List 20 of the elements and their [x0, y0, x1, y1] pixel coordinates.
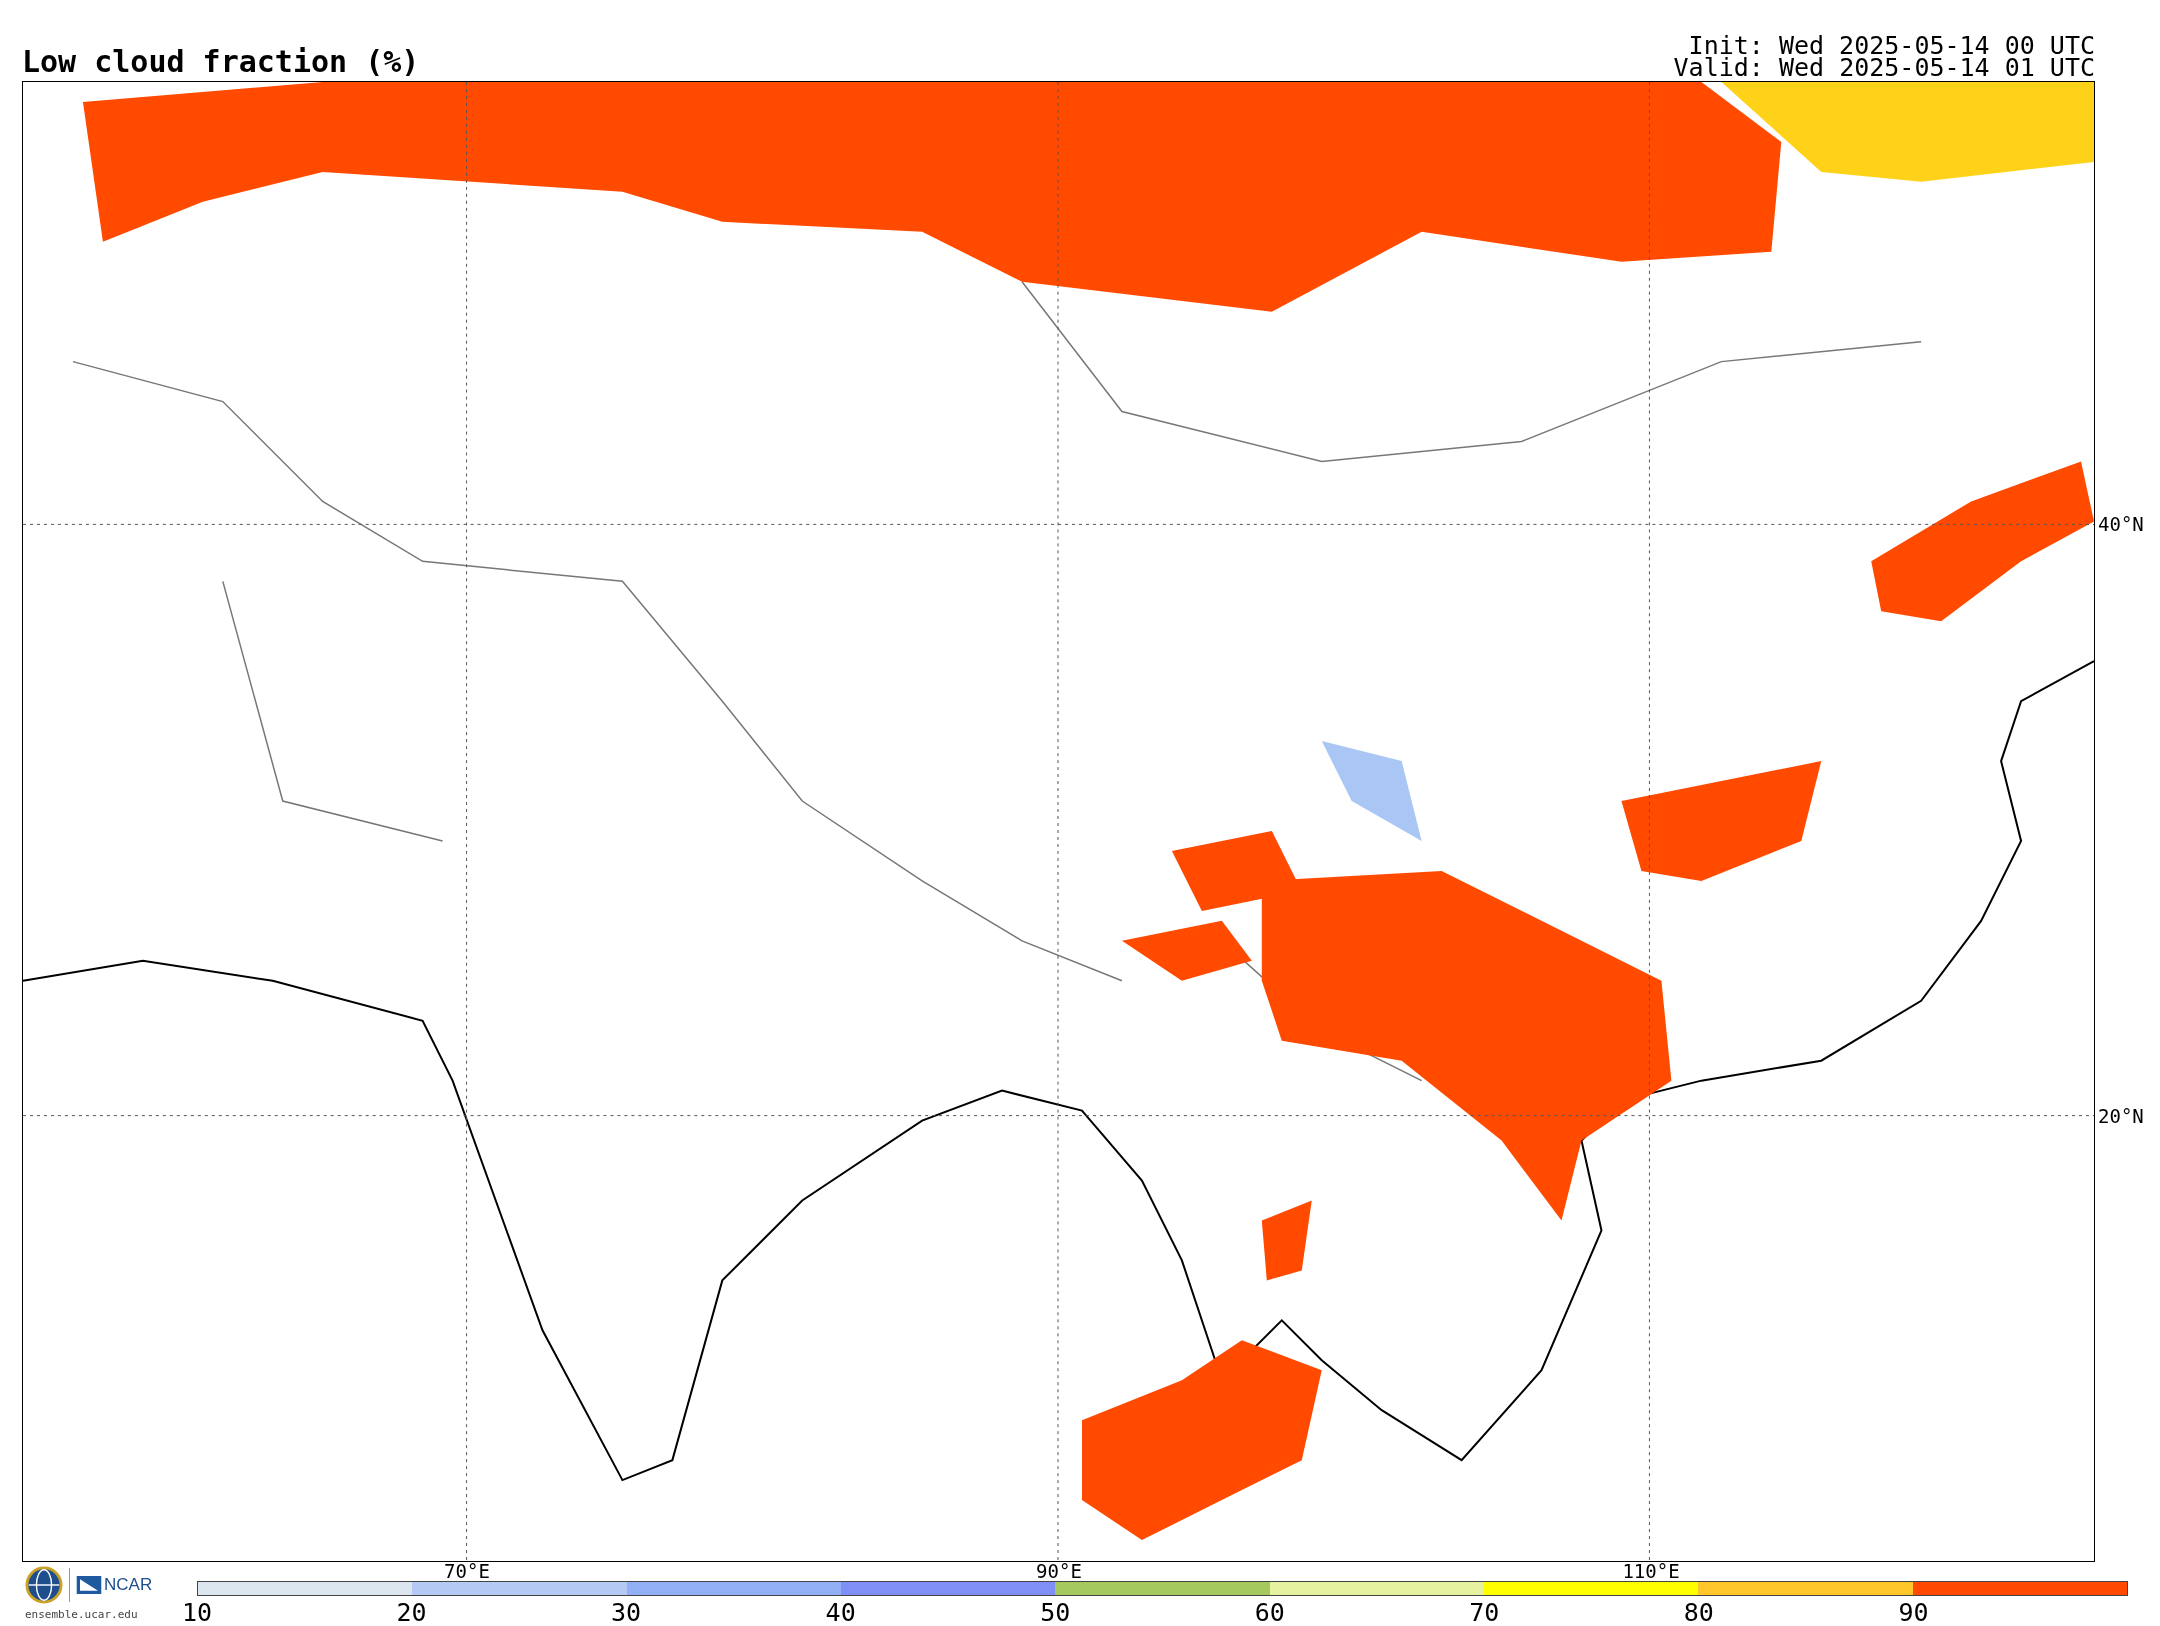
- latitude-label: 20°N: [2098, 1105, 2144, 1127]
- longitude-label: 90°E: [1036, 1560, 1082, 1582]
- colorbar-tick-label: 30: [611, 1598, 642, 1626]
- colorbar-tick-label: 20: [396, 1598, 427, 1626]
- colorbar-tick-label: 70: [1469, 1598, 1500, 1626]
- colorbar-tick-label: 40: [825, 1598, 856, 1626]
- colorbar-tick-label: 90: [1898, 1598, 1929, 1626]
- latitude-label: 40°N: [2098, 513, 2144, 535]
- valid-time: Valid: Wed 2025-05-14 01 UTC: [1673, 57, 2095, 79]
- colorbar-tick-label: 80: [1683, 1598, 1714, 1626]
- longitude-label: 110°E: [1622, 1560, 1680, 1582]
- logo-text: NCAR: [104, 1575, 153, 1595]
- ncar-logo-icon: [76, 1576, 102, 1594]
- longitude-label: 70°E: [444, 1560, 490, 1582]
- colorbar-tick-label: 60: [1254, 1598, 1285, 1626]
- init-time: Init: Wed 2025-05-14 00 UTC: [1688, 35, 2095, 57]
- plot-title: Low cloud fraction (%): [22, 44, 420, 79]
- globe-seal-icon: [25, 1566, 63, 1604]
- colorbar-tick-label: 50: [1040, 1598, 1071, 1626]
- colorbar-tick-label: 10: [181, 1598, 213, 1626]
